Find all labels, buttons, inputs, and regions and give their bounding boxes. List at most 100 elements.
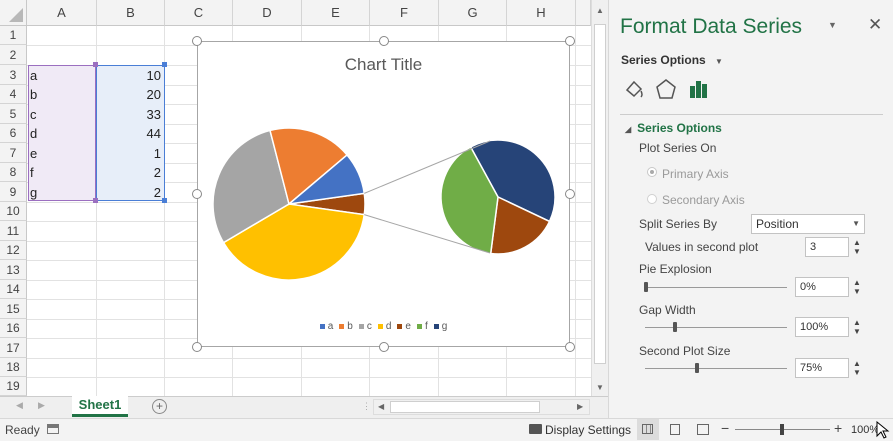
- effects-tab-icon[interactable]: [655, 78, 677, 103]
- row-header[interactable]: 15: [0, 299, 27, 319]
- series-options-section-header[interactable]: ◢ Series Options: [625, 121, 722, 135]
- resize-handle[interactable]: [565, 342, 575, 352]
- zoom-in-button[interactable]: +: [834, 420, 842, 436]
- column-header-d[interactable]: D: [233, 0, 302, 26]
- split-series-by-select[interactable]: Position ▼: [751, 214, 865, 234]
- pane-options-chevron-icon[interactable]: ▼: [828, 20, 837, 30]
- row-header[interactable]: 16: [0, 319, 27, 338]
- row-header[interactable]: 17: [0, 338, 27, 358]
- row-header[interactable]: 6: [0, 124, 27, 143]
- series-options-dropdown[interactable]: Series Options ▼: [621, 53, 723, 67]
- row-header[interactable]: 3: [0, 65, 27, 85]
- close-pane-icon[interactable]: ✕: [868, 15, 882, 35]
- row-header[interactable]: 11: [0, 221, 27, 241]
- chart-legend[interactable]: a b c d e f g: [198, 321, 569, 332]
- cell-b7[interactable]: 1: [96, 144, 164, 163]
- zoom-slider-thumb[interactable]: [780, 424, 784, 435]
- row-header[interactable]: 19: [0, 377, 27, 396]
- cell-a4[interactable]: b: [27, 85, 96, 104]
- gap-width-slider-thumb[interactable]: [673, 322, 677, 332]
- page-break-view-icon[interactable]: [697, 424, 709, 435]
- cell-b6[interactable]: 44: [96, 124, 164, 143]
- cell-a3[interactable]: a: [27, 66, 96, 85]
- resize-handle[interactable]: [379, 342, 389, 352]
- sheet-tab-sheet1[interactable]: Sheet1: [72, 396, 128, 417]
- column-header-a[interactable]: A: [27, 0, 97, 26]
- add-sheet-icon[interactable]: +: [152, 399, 167, 414]
- cell-a9[interactable]: g: [27, 183, 96, 202]
- macro-record-icon[interactable]: [47, 424, 59, 434]
- vertical-scrollbar[interactable]: ▲ ▼: [591, 0, 608, 396]
- zoom-out-button[interactable]: −: [721, 420, 729, 436]
- row-header[interactable]: 10: [0, 202, 27, 221]
- resize-handle[interactable]: [379, 36, 389, 46]
- scroll-up-arrow-icon[interactable]: ▲: [592, 6, 608, 15]
- legend-item-b[interactable]: b: [339, 321, 353, 332]
- worksheet-grid[interactable]: A B C D E F G H 1 2 3 4 5 6 7 8 9 10 11 …: [0, 0, 591, 396]
- cell-b8[interactable]: 2: [96, 163, 164, 182]
- values-spinner[interactable]: ▲ ▼: [850, 238, 864, 256]
- resize-handle[interactable]: [565, 189, 575, 199]
- resize-handle[interactable]: [565, 36, 575, 46]
- column-header-g[interactable]: G: [439, 0, 507, 26]
- row-header[interactable]: 18: [0, 358, 27, 377]
- display-settings-icon[interactable]: [529, 424, 542, 434]
- chart-plot-area[interactable]: [198, 42, 569, 346]
- resize-handle[interactable]: [192, 189, 202, 199]
- gap-width-input[interactable]: 100%: [795, 317, 849, 337]
- cell-b9[interactable]: 2: [96, 183, 164, 202]
- series-options-tab-icon[interactable]: [688, 78, 710, 103]
- pie-explosion-slider-thumb[interactable]: [644, 282, 648, 292]
- second-plot-size-spinner[interactable]: ▲ ▼: [850, 359, 864, 377]
- legend-item-g[interactable]: g: [433, 321, 447, 332]
- cell-a5[interactable]: c: [27, 105, 96, 124]
- normal-view-icon[interactable]: [637, 419, 659, 440]
- row-header[interactable]: 1: [0, 26, 27, 45]
- primary-axis-radio[interactable]: [647, 167, 657, 177]
- cell-b5[interactable]: 33: [96, 105, 164, 124]
- hscroll-thumb[interactable]: [390, 401, 540, 413]
- secondary-axis-radio[interactable]: [647, 194, 657, 204]
- row-header[interactable]: 2: [0, 45, 27, 65]
- select-all-corner[interactable]: [0, 0, 27, 26]
- column-header-b[interactable]: B: [97, 0, 165, 26]
- pie-of-pie-chart[interactable]: Chart Title abcdefg: [197, 41, 570, 347]
- second-plot-size-slider[interactable]: [645, 368, 787, 369]
- cell-a8[interactable]: f: [27, 163, 96, 182]
- column-header-e[interactable]: E: [302, 0, 370, 26]
- tab-splitter[interactable]: ⋮: [362, 401, 371, 412]
- row-header[interactable]: 8: [0, 163, 27, 182]
- row-header[interactable]: 13: [0, 260, 27, 280]
- scroll-left-arrow-icon[interactable]: ◀: [378, 402, 384, 411]
- gap-width-slider[interactable]: [645, 327, 787, 328]
- resize-handle[interactable]: [192, 342, 202, 352]
- row-header[interactable]: 5: [0, 104, 27, 124]
- legend-item-a[interactable]: a: [319, 321, 333, 332]
- column-header-i[interactable]: [576, 0, 591, 26]
- page-layout-view-icon[interactable]: [670, 424, 680, 435]
- column-header-h[interactable]: H: [507, 0, 576, 26]
- horizontal-scrollbar[interactable]: ◀ ▶: [373, 399, 590, 415]
- fill-line-tab-icon[interactable]: [623, 78, 645, 103]
- cell-a6[interactable]: d: [27, 124, 96, 143]
- row-header[interactable]: 12: [0, 241, 27, 260]
- resize-handle[interactable]: [192, 36, 202, 46]
- second-plot-size-input[interactable]: 75%: [795, 358, 849, 378]
- second-plot-size-slider-thumb[interactable]: [695, 363, 699, 373]
- zoom-level[interactable]: 100%: [851, 424, 879, 436]
- display-settings-button[interactable]: Display Settings: [545, 423, 631, 437]
- cell-a7[interactable]: e: [27, 144, 96, 163]
- column-header-c[interactable]: C: [165, 0, 233, 26]
- row-header[interactable]: 14: [0, 280, 27, 299]
- legend-item-f[interactable]: f: [416, 321, 428, 332]
- scroll-right-arrow-icon[interactable]: ▶: [577, 402, 583, 411]
- row-header[interactable]: 4: [0, 85, 27, 104]
- column-header-f[interactable]: F: [370, 0, 439, 26]
- cell-b4[interactable]: 20: [96, 85, 164, 104]
- pie-explosion-spinner[interactable]: ▲ ▼: [850, 278, 864, 296]
- legend-item-e[interactable]: e: [397, 321, 411, 332]
- pie-explosion-slider[interactable]: [645, 287, 787, 288]
- cell-b3[interactable]: 10: [96, 66, 164, 85]
- scrollbar-thumb[interactable]: [594, 24, 606, 364]
- row-header[interactable]: 9: [0, 182, 27, 202]
